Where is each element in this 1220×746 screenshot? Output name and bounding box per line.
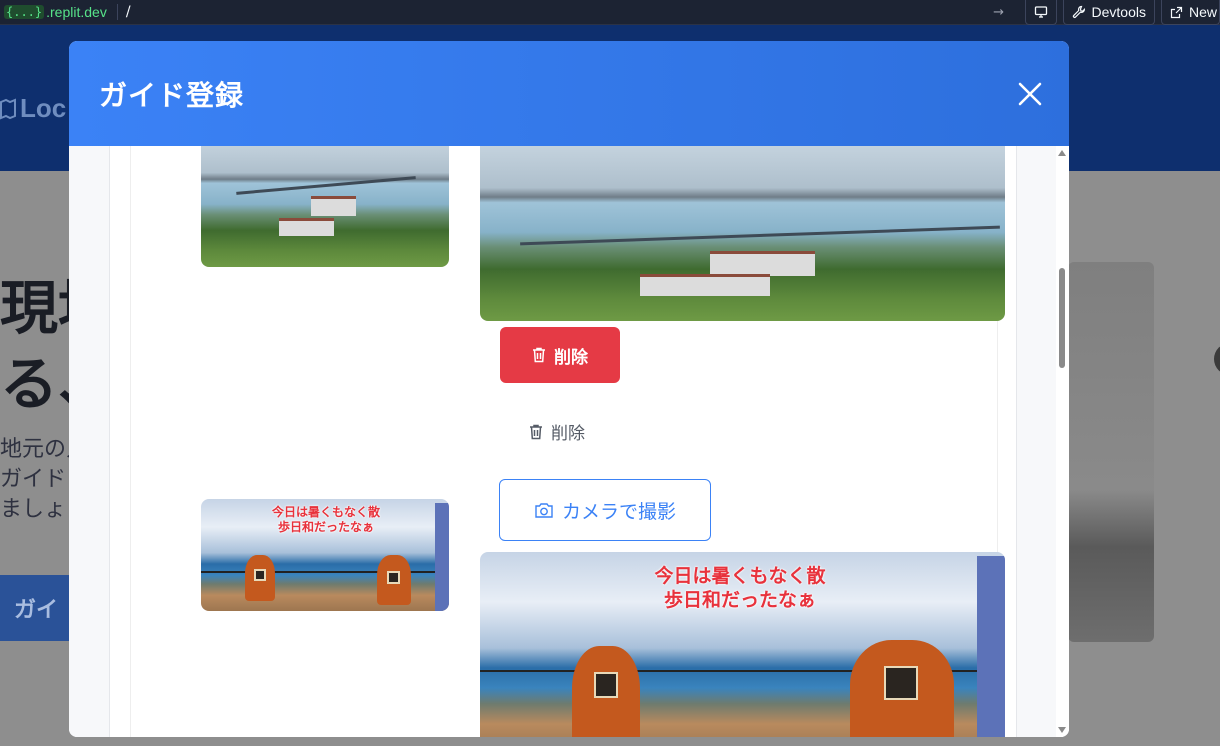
domain-text: .replit.dev (46, 4, 107, 20)
background-photo (1068, 262, 1154, 642)
house-shape (279, 218, 334, 236)
replit-brace-icon: {...} (4, 5, 45, 19)
url-domain[interactable]: {...} .replit.dev (4, 4, 107, 20)
go-arrow-icon[interactable]: → (989, 5, 1009, 20)
photo-section: 削除 削除 カメラで撮影 今日は暑くもなく散 歩日和だったなぁ 今日は暑くもなく… (130, 146, 1005, 737)
house-shape (710, 251, 815, 276)
delete-photo-link[interactable]: 削除 (529, 419, 585, 444)
photo-preview: 今日は暑くもなく散 歩日和だったなぁ (480, 552, 1005, 737)
lamp-post (572, 646, 640, 737)
background-cta-button: ガイ (0, 575, 72, 641)
screen-toggle-button[interactable] (1024, 0, 1057, 25)
photo-caption-line: 今日は暑くもなく散 (654, 565, 826, 587)
scroll-up-arrow-icon[interactable] (1058, 150, 1066, 156)
devtools-button[interactable]: Devtools (1062, 0, 1155, 25)
map-icon (0, 98, 16, 119)
lamp-post (850, 640, 954, 737)
photo-preview (480, 146, 1005, 321)
url-separator (116, 4, 118, 20)
guide-registration-modal: ガイド登録 削除 削除 カメラで撮影 今日は暑くもなく散 歩日和だったなぁ 今日… (69, 41, 1069, 737)
camera-button-label: カメラで撮影 (561, 500, 676, 523)
photo-thumbnail[interactable] (201, 146, 449, 267)
url-path[interactable]: / (126, 4, 131, 20)
lamp-window (254, 569, 266, 581)
trash-icon (530, 424, 542, 439)
modal-header: ガイド登録 (69, 41, 1069, 146)
scrollbar-thumb[interactable] (1059, 268, 1065, 368)
photo-caption: 今日は暑くもなく散 歩日和だったなぁ (580, 564, 900, 612)
delete-link-label: 削除 (551, 424, 585, 444)
house-shape (640, 274, 770, 296)
mural-wall (435, 503, 449, 611)
lamp-window (884, 666, 918, 700)
background-logo-text: Loc (20, 93, 67, 123)
photo-caption: 今日は暑くもなく散 歩日和だったなぁ (231, 505, 421, 535)
photo-caption-line: 歩日和だったなぁ (277, 520, 374, 534)
lamp-post (245, 555, 275, 601)
lamp-post (377, 555, 411, 605)
modal-body[interactable]: 削除 削除 カメラで撮影 今日は暑くもなく散 歩日和だったなぁ 今日は暑くもなく… (69, 146, 1069, 737)
photo-thumbnail[interactable]: 今日は暑くもなく散 歩日和だったなぁ (201, 499, 449, 611)
scroll-down-arrow-icon[interactable] (1058, 727, 1066, 733)
mural-wall (977, 556, 1005, 737)
new-tab-button[interactable]: New (1160, 0, 1220, 25)
railing-shape (201, 571, 449, 573)
new-tab-label: New (1188, 4, 1217, 20)
wrench-icon (1072, 5, 1085, 19)
modal-title: ガイド登録 (99, 79, 245, 112)
modal-scrollbar[interactable] (1056, 146, 1069, 737)
close-icon (1018, 82, 1042, 106)
delete-photo-label: 削除 (554, 347, 588, 368)
background-carousel-button (1214, 343, 1220, 375)
house-shape (311, 196, 356, 216)
delete-photo-button[interactable]: 削除 (500, 327, 620, 383)
form-card: 削除 削除 カメラで撮影 今日は暑くもなく散 歩日和だったなぁ 今日は暑くもなく… (109, 146, 1017, 737)
browser-toolbar: {...} .replit.dev / → Devtools New (0, 0, 1220, 25)
bridge-shape (520, 225, 1000, 246)
lamp-window (387, 571, 400, 584)
devtools-label: Devtools (1091, 4, 1146, 20)
photo-caption-line: 歩日和だったなぁ (663, 589, 816, 611)
toolbar-actions: → Devtools New (989, 0, 1220, 25)
photo-caption-line: 今日は暑くもなく散 (271, 505, 380, 519)
close-button[interactable] (1017, 81, 1043, 107)
trash-icon (533, 347, 545, 363)
bridge-shape (236, 176, 416, 195)
background-cta-label: ガイ (14, 598, 59, 623)
camera-icon (535, 502, 553, 518)
monitor-icon (1034, 6, 1047, 18)
camera-capture-button[interactable]: カメラで撮影 (499, 479, 711, 541)
external-link-icon (1170, 6, 1183, 18)
lamp-window (594, 672, 618, 698)
background-logo: Loc (0, 93, 66, 124)
